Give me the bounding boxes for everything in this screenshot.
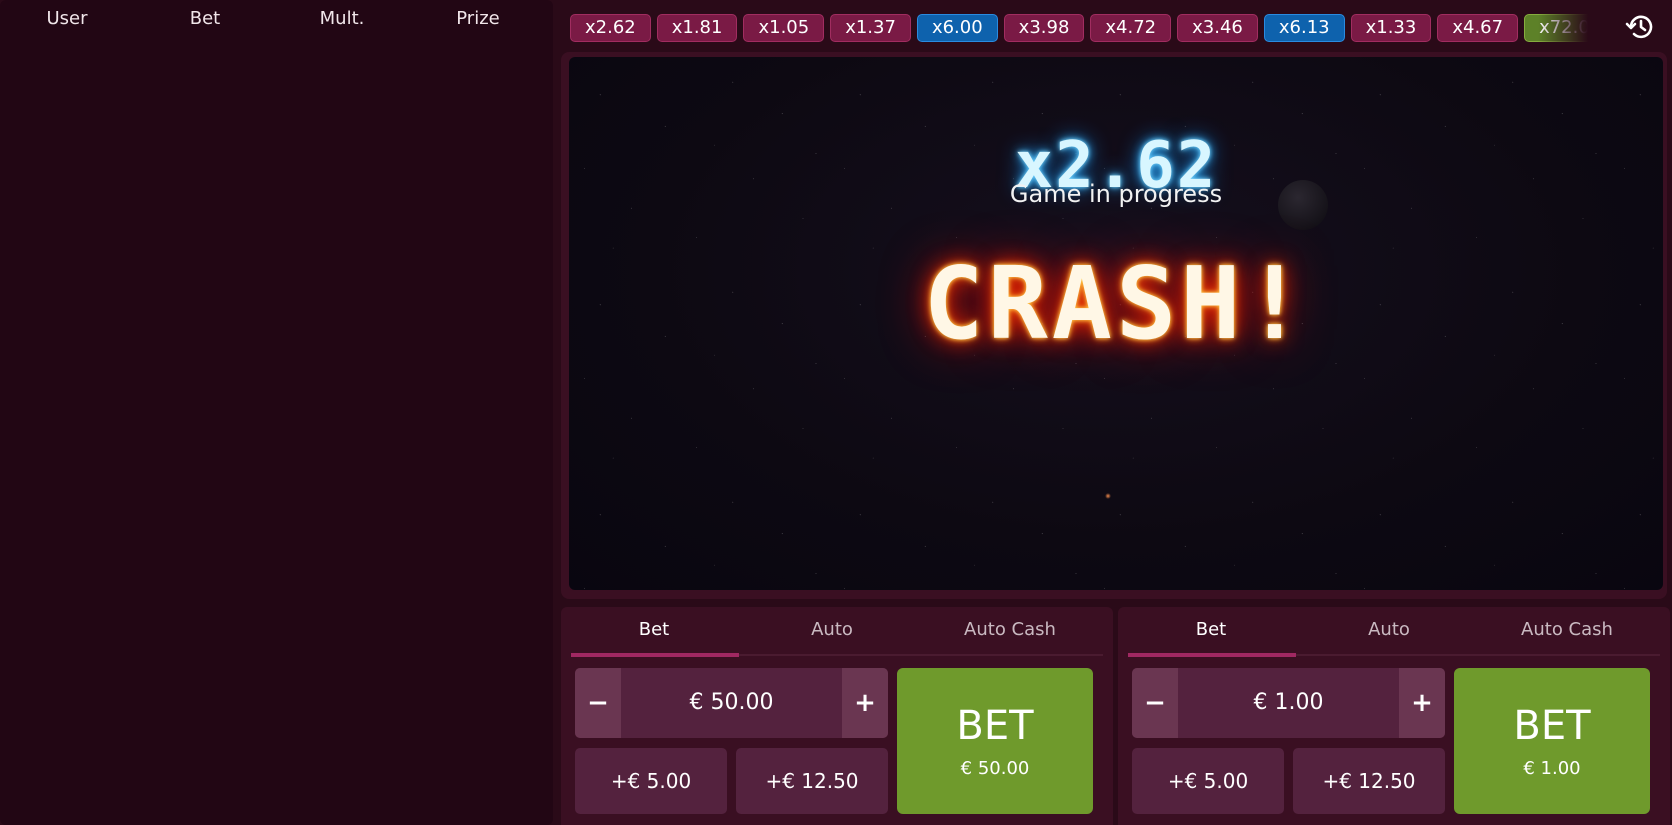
- bet-panel-1: Bet Auto Auto Cash − € 50.00 + +€ 5.00 +…: [561, 607, 1113, 825]
- multiplier-history: x2.62 x1.81 x1.05 x1.37 x6.00 x3.98 x4.72 x3.46…: [570, 14, 1588, 44]
- active-tab-indicator: [571, 653, 739, 657]
- bet-button-amount: € 50.00: [960, 757, 1030, 779]
- bet-button-amount: € 1.00: [1523, 757, 1581, 779]
- column-header-prize: Prize: [456, 8, 500, 29]
- decrease-bet-button[interactable]: −: [1132, 668, 1178, 738]
- bet-panel-2: Bet Auto Auto Cash − € 1.00 + +€ 5.00 +€…: [1118, 607, 1670, 825]
- history-chip[interactable]: x1.81: [656, 14, 738, 42]
- quick-add-5-button[interactable]: +€ 5.00: [1132, 748, 1284, 814]
- place-bet-button[interactable]: BET € 1.00: [1454, 668, 1650, 814]
- crash-banner: CRASH!: [923, 245, 1309, 362]
- history-chip[interactable]: x6.00: [916, 14, 998, 42]
- tab-auto[interactable]: Auto: [747, 617, 917, 651]
- game-status-text: Game in progress: [1009, 180, 1223, 208]
- tab-bet[interactable]: Bet: [1126, 617, 1296, 651]
- bet-amount-stepper: − € 50.00 +: [575, 668, 888, 738]
- history-chip[interactable]: x4.72: [1090, 14, 1172, 42]
- history-chip[interactable]: x4.67: [1437, 14, 1519, 42]
- bet-amount-input[interactable]: € 1.00: [1178, 668, 1399, 738]
- increase-bet-button[interactable]: +: [1399, 668, 1445, 738]
- players-table-header: User Bet Mult. Prize: [0, 8, 553, 34]
- bet-amount-stepper: − € 1.00 +: [1132, 668, 1445, 738]
- tab-auto-cash[interactable]: Auto Cash: [1482, 617, 1652, 651]
- distant-star: [1105, 493, 1111, 499]
- decrease-bet-button[interactable]: −: [575, 668, 621, 738]
- history-chip[interactable]: x1.33: [1350, 14, 1432, 42]
- history-fade-overlay: [1538, 14, 1588, 44]
- players-panel: User Bet Mult. Prize: [0, 0, 553, 825]
- history-chip[interactable]: x1.05: [743, 14, 825, 42]
- game-viewport: x2.62 Game in progress CRASH!: [569, 57, 1663, 590]
- place-bet-button[interactable]: BET € 50.00: [897, 668, 1093, 814]
- bet-button-label: BET: [1513, 702, 1591, 749]
- bet-panel-tabs: Bet Auto Auto Cash: [569, 617, 1105, 657]
- history-chip[interactable]: x1.37: [830, 14, 911, 42]
- tab-bet[interactable]: Bet: [569, 617, 739, 651]
- history-button[interactable]: [1622, 12, 1658, 46]
- column-header-bet: Bet: [189, 8, 221, 29]
- history-chip[interactable]: x6.13: [1263, 14, 1345, 42]
- history-clock-icon: [1624, 11, 1656, 47]
- crash-game-app: User Bet Mult. Prize x2.62 x1.81 x1.05 x1.3…: [0, 0, 1672, 825]
- active-tab-indicator: [1128, 653, 1296, 657]
- history-chip[interactable]: x3.98: [1003, 14, 1085, 42]
- increase-bet-button[interactable]: +: [842, 668, 888, 738]
- history-chip[interactable]: x2.62: [570, 14, 651, 42]
- history-chip[interactable]: x3.46: [1177, 14, 1258, 42]
- bet-amount-input[interactable]: € 50.00: [621, 668, 842, 738]
- column-header-mult: Mult.: [319, 8, 365, 29]
- tab-auto-cash[interactable]: Auto Cash: [925, 617, 1095, 651]
- tab-auto[interactable]: Auto: [1304, 617, 1474, 651]
- quick-add-12-50-button[interactable]: +€ 12.50: [1293, 748, 1445, 814]
- quick-add-5-button[interactable]: +€ 5.00: [575, 748, 727, 814]
- quick-add-12-50-button[interactable]: +€ 12.50: [736, 748, 888, 814]
- bet-panel-tabs: Bet Auto Auto Cash: [1126, 617, 1662, 657]
- bet-button-label: BET: [956, 702, 1034, 749]
- column-header-user: User: [46, 8, 88, 29]
